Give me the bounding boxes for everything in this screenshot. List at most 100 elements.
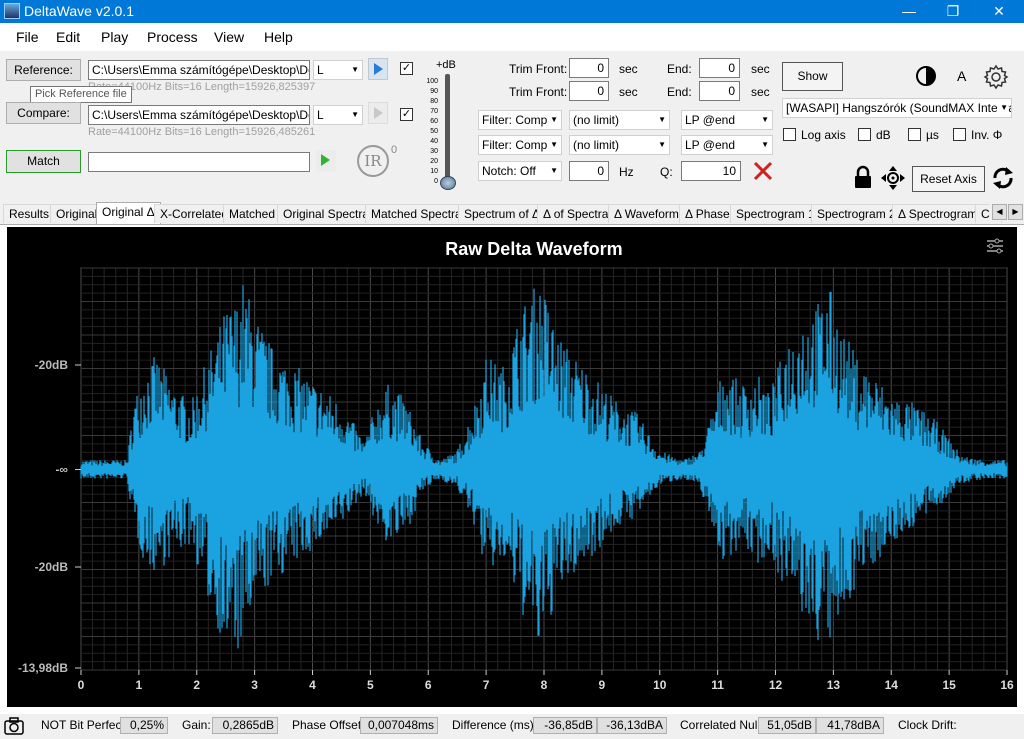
log-axis-checkbox[interactable] xyxy=(783,128,796,141)
menu-help[interactable]: Help xyxy=(264,29,293,45)
match-button[interactable]: Match xyxy=(6,150,81,173)
db-slider-ticks: 100 90 80 70 60 50 40 30 20 10 0 xyxy=(420,78,440,188)
filter-1-type-select[interactable]: Filter: Comp ▼ xyxy=(478,110,562,130)
tab-10[interactable]: Δ Phase xyxy=(679,204,736,223)
play-reference-button[interactable] xyxy=(368,58,388,80)
db-slider-thumb[interactable] xyxy=(440,176,456,190)
filter-2-lp-select[interactable]: LP @end ▼ xyxy=(681,135,773,155)
notch-value: Notch: Off xyxy=(482,164,536,178)
menu-process[interactable]: Process xyxy=(147,29,198,45)
show-button[interactable]: Show xyxy=(782,62,843,91)
gain-label: Gain: xyxy=(182,718,211,732)
ref-trim-front-input[interactable]: 0 xyxy=(569,58,609,78)
bit-perfect-value: 0,25% xyxy=(120,717,168,734)
filter-2-type-select[interactable]: Filter: Comp ▼ xyxy=(478,135,562,155)
chevron-down-icon: ▼ xyxy=(658,115,666,124)
chevron-down-icon: ▼ xyxy=(550,140,558,149)
cmp-trim-end-input[interactable]: 0 xyxy=(699,81,740,101)
chevron-down-icon: ▼ xyxy=(550,115,558,124)
db-checkbox[interactable] xyxy=(858,128,871,141)
tab-scroll-right-button[interactable]: ▶ xyxy=(1008,204,1023,220)
reference-enable-checkbox[interactable]: ✓ xyxy=(400,62,413,75)
filter-1-limit-select[interactable]: (no limit) ▼ xyxy=(569,110,670,130)
tab-9[interactable]: Δ Waveform xyxy=(608,204,685,223)
tab-2[interactable]: Original Δ xyxy=(96,202,161,224)
reference-channel-select[interactable]: L ▼ xyxy=(313,60,363,80)
minimize-button[interactable]: — xyxy=(886,0,932,23)
clock-drift-label: Clock Drift: xyxy=(898,718,957,732)
cmp-trim-front-input[interactable]: 0 xyxy=(569,81,609,101)
settings-button[interactable] xyxy=(983,64,1009,93)
compare-button[interactable]: Compare: xyxy=(6,102,81,124)
notch-select[interactable]: Notch: Off ▼ xyxy=(478,161,562,181)
close-icon xyxy=(753,161,773,181)
lock-button[interactable] xyxy=(853,165,873,192)
tab-0[interactable]: Results xyxy=(3,204,56,223)
tab-strip: Results Original Original Δ X-Correlated Mat… xyxy=(0,202,1024,224)
tab-scroll-left-button[interactable]: ◀ xyxy=(992,204,1007,220)
menu-play[interactable]: Play xyxy=(101,29,128,45)
filter-2-type-value: Filter: Comp xyxy=(482,138,548,152)
x-tick-label: 12 xyxy=(769,678,783,692)
menu-view[interactable]: View xyxy=(214,29,244,45)
tab-7[interactable]: Spectrum of Δ xyxy=(458,204,547,223)
x-tick-label: 3 xyxy=(251,678,258,692)
clear-filters-button[interactable] xyxy=(751,160,775,182)
pan-button[interactable] xyxy=(879,164,907,195)
tab-8[interactable]: Δ of Spectra xyxy=(537,204,615,223)
tab-5[interactable]: Original Spectra xyxy=(277,204,376,223)
filter-1-lp-select[interactable]: LP @end ▼ xyxy=(681,110,773,130)
window-title: DeltaWave v2.0.1 xyxy=(24,3,134,19)
compare-enable-checkbox[interactable]: ✓ xyxy=(400,108,413,121)
close-button[interactable]: ✕ xyxy=(976,0,1022,23)
maximize-button[interactable]: ❐ xyxy=(930,0,976,23)
difference-label: Difference (ms): xyxy=(452,718,538,732)
trim-unit: sec xyxy=(619,62,638,76)
x-tick-label: 6 xyxy=(425,678,432,692)
tab-13[interactable]: Δ Spectrogram xyxy=(892,204,984,223)
refresh-button[interactable] xyxy=(990,165,1016,194)
ref-trim-end-input[interactable]: 0 xyxy=(699,58,740,78)
menu-edit[interactable]: Edit xyxy=(56,29,80,45)
camera-icon xyxy=(4,717,24,735)
play-icon xyxy=(321,154,330,166)
compare-channel-select[interactable]: L ▼ xyxy=(313,105,363,125)
compare-path-field[interactable]: C:\Users\Emma számítógépe\Desktop\Delta xyxy=(88,105,310,125)
audio-device-select[interactable]: [WASAPI] Hangszórók (SoundMAX Integrated… xyxy=(782,98,1012,118)
tab-11[interactable]: Spectrogram 1 xyxy=(730,204,821,223)
filter-2-limit-select[interactable]: (no limit) ▼ xyxy=(569,135,670,155)
menu-file[interactable]: File xyxy=(16,29,39,45)
invert-phase-checkbox[interactable] xyxy=(953,128,966,141)
contrast-button[interactable] xyxy=(915,65,937,90)
reference-button[interactable]: Reference: xyxy=(6,59,81,81)
tab-6[interactable]: Matched Spectra xyxy=(365,204,468,223)
play-compare-button[interactable] xyxy=(368,102,388,124)
reference-path-field[interactable]: C:\Users\Emma számítógépe\Desktop\Delta xyxy=(88,60,310,80)
chart-settings-icon xyxy=(987,238,1003,254)
ir-button[interactable]: IR xyxy=(357,145,389,177)
title-bar: DeltaWave v2.0.1 — ❐ ✕ xyxy=(0,0,1024,23)
x-tick-label: 7 xyxy=(483,678,490,692)
font-size-button[interactable]: A xyxy=(957,68,966,84)
audio-device-value: [WASAPI] Hangszórók (SoundMAX Integrated xyxy=(786,101,1012,115)
difference-dba-value: -36,13dBA xyxy=(597,717,667,734)
q-input[interactable]: 10 xyxy=(681,161,741,181)
x-tick-label: 5 xyxy=(367,678,374,692)
app-icon xyxy=(4,3,20,19)
notch-hz-input[interactable]: 0 xyxy=(569,161,609,181)
phase-offset-label: Phase Offset: xyxy=(292,718,365,732)
db-tick-label: 90 xyxy=(430,88,438,95)
tab-12[interactable]: Spectrogram 2 xyxy=(811,204,902,223)
reset-axis-button[interactable]: Reset Axis xyxy=(912,166,985,192)
waveform-chart[interactable]: 0 1 2 3 4 5 6 7 8 9 10 11 12 13 14 15 16 -20dB -∞ -20dB -13,… xyxy=(7,227,1017,707)
y-tick-label: -13,98dB xyxy=(18,661,68,675)
us-checkbox[interactable] xyxy=(908,128,921,141)
db-slider-track[interactable] xyxy=(445,74,450,184)
tab-4[interactable]: Matched xyxy=(223,204,282,223)
play-match-button[interactable] xyxy=(316,150,336,172)
compare-channel-value: L xyxy=(317,108,324,122)
x-tick-label: 0 xyxy=(78,678,85,692)
us-label: µs xyxy=(926,128,939,142)
db-tick-label: 10 xyxy=(430,168,438,175)
bit-perfect-label: NOT Bit Perfect xyxy=(41,718,125,732)
